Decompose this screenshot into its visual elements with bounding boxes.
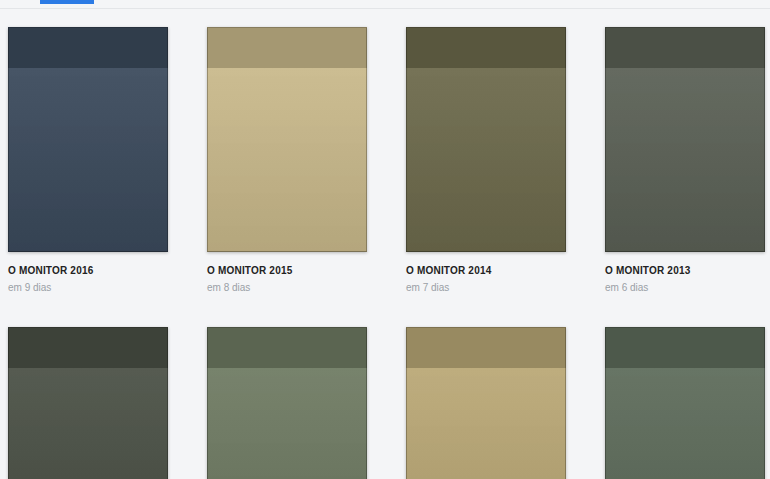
magazine-cover[interactable]	[8, 327, 168, 479]
magazine-title[interactable]: O MONITOR 2013	[605, 264, 765, 277]
magazine-item[interactable]	[207, 327, 367, 479]
magazine-date: em 8 dias	[207, 281, 367, 294]
magazine-cover[interactable]	[8, 27, 168, 252]
magazine-date: em 9 dias	[8, 281, 168, 294]
magazine-cover[interactable]	[406, 327, 566, 479]
magazine-date: em 7 dias	[406, 281, 566, 294]
magazine-cover[interactable]	[406, 27, 566, 252]
magazine-title[interactable]: O MONITOR 2015	[207, 264, 367, 277]
active-tab-indicator	[40, 0, 94, 4]
magazine-cover[interactable]	[207, 327, 367, 479]
magazine-item[interactable]: O MONITOR 2016 em 9 dias	[8, 27, 168, 294]
magazine-grid: O MONITOR 2016 em 9 dias O MONITOR 2015 em …	[0, 9, 770, 479]
magazine-cover[interactable]	[207, 27, 367, 252]
tab-strip	[0, 0, 770, 9]
magazine-title[interactable]: O MONITOR 2014	[406, 264, 566, 277]
magazine-cover[interactable]	[605, 327, 765, 479]
magazine-item[interactable]: O MONITOR 2014 em 7 dias	[406, 27, 566, 294]
magazine-item[interactable]: O MONITOR 2015 em 8 dias	[207, 27, 367, 294]
magazine-cover[interactable]	[605, 27, 765, 252]
magazine-item[interactable]	[8, 327, 168, 479]
magazine-item[interactable]	[605, 327, 765, 479]
magazine-item[interactable]	[406, 327, 566, 479]
magazine-title[interactable]: O MONITOR 2016	[8, 264, 168, 277]
magazine-item[interactable]: O MONITOR 2013 em 6 dias	[605, 27, 765, 294]
magazine-date: em 6 dias	[605, 281, 765, 294]
